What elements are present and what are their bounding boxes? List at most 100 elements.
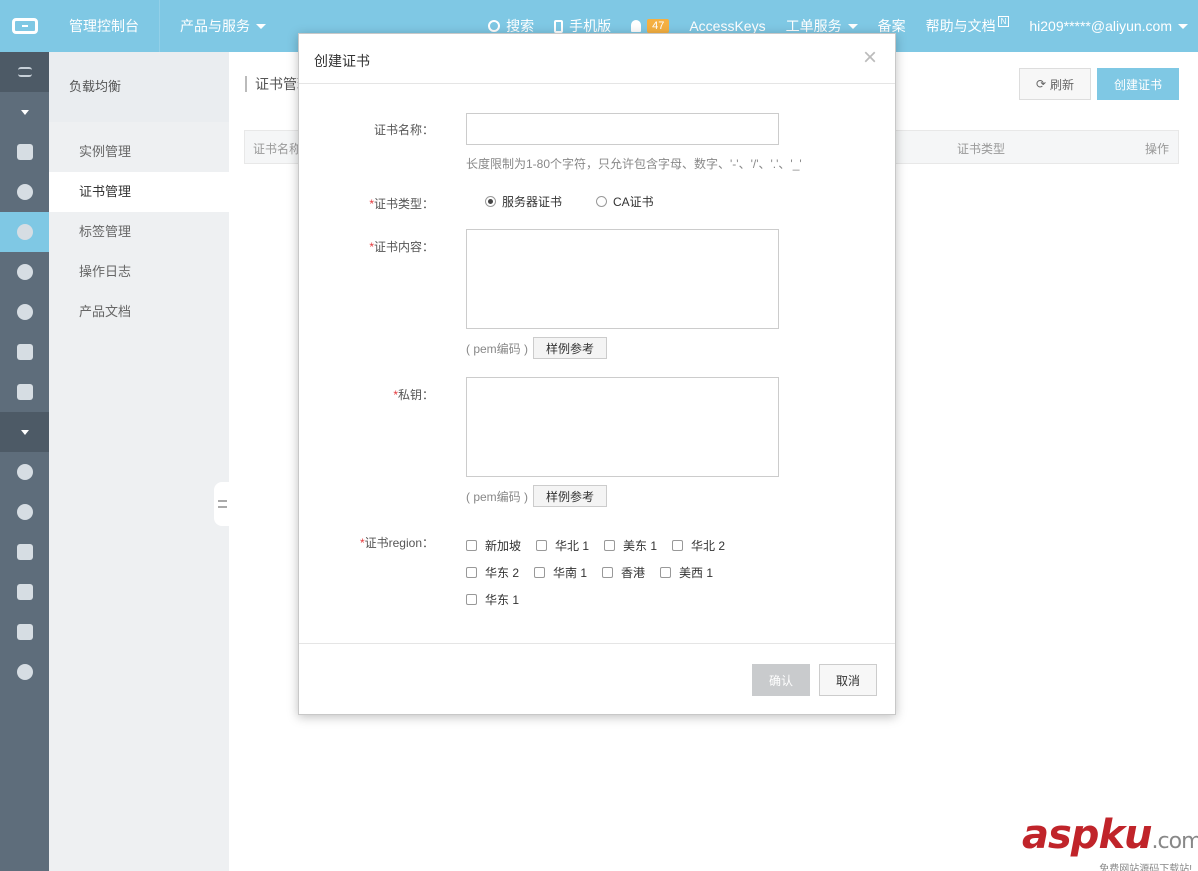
region-checkbox[interactable]: 华北 2: [672, 537, 725, 554]
sidebar-item-certificates[interactable]: 证书管理: [49, 172, 229, 212]
sidebar-item-instances[interactable]: 实例管理: [49, 132, 229, 172]
refresh-button[interactable]: ⟳ 刷新: [1019, 68, 1091, 100]
server-icon: [16, 144, 33, 160]
checkbox-icon: [602, 567, 614, 578]
cert-region-label-text: 证书region：: [364, 536, 434, 550]
cert-type-radio-group: 服务器证书 CA证书: [485, 193, 688, 210]
phone-icon: [554, 19, 564, 33]
notification-count-badge: 47: [647, 19, 670, 33]
confirm-button[interactable]: 确认: [752, 664, 810, 696]
cert-sample-button[interactable]: 样例参考: [533, 337, 608, 359]
chevron-down-icon: [1178, 23, 1188, 29]
radio-ca-cert[interactable]: CA证书: [596, 193, 654, 210]
sidebar-toggle[interactable]: [0, 52, 49, 92]
shield-chart-icon: [16, 384, 33, 400]
region-checkbox[interactable]: 华东 1: [466, 591, 519, 608]
cert-content-pem-row: ( pem编码 ) 样例参考: [466, 337, 608, 359]
region-checkbox[interactable]: 美东 1: [604, 537, 657, 554]
cert-type-label: *证书类型：: [299, 195, 434, 212]
chevron-down-icon: [20, 109, 29, 115]
sidebar-item-account[interactable]: [0, 452, 49, 492]
sidebar-item-logs[interactable]: 操作日志: [49, 252, 229, 292]
sidebar-item-monitor[interactable]: [0, 372, 49, 412]
cert-name-label: 证书名称：: [373, 123, 434, 137]
flask-icon: [16, 544, 33, 560]
region-label: 香港: [621, 566, 646, 580]
region-label: 华北 1: [555, 539, 590, 553]
dialog-footer: 确认 取消: [299, 643, 895, 715]
private-key-textarea[interactable]: [466, 377, 779, 477]
sidebar-group-collapse[interactable]: [0, 92, 49, 132]
product-icon-sidebar: [0, 52, 49, 871]
region-checkbox[interactable]: 华东 2: [466, 564, 519, 581]
sidebar-item-orders[interactable]: [0, 532, 49, 572]
sidebar-group-collapse-2[interactable]: [0, 412, 49, 452]
region-label: 美东 1: [623, 539, 658, 553]
cert-name-hint: 长度限制为1-80个字符，只允许包含字母、数字、'-'、'/'、'.'、'_': [466, 157, 802, 171]
refresh-icon: ⟳: [1035, 77, 1047, 91]
sidebar-item-docs[interactable]: 产品文档: [49, 292, 229, 332]
sidebar-title: 负载均衡: [49, 52, 229, 122]
key-sample-button[interactable]: 样例参考: [533, 485, 608, 507]
aliyun-logo[interactable]: [0, 0, 49, 52]
checkbox-icon: [466, 567, 477, 578]
sidebar-item-beian[interactable]: [0, 652, 49, 692]
dns-icon: [16, 304, 33, 320]
region-checkbox[interactable]: 华北 1: [536, 537, 589, 554]
chevron-down-icon: [20, 429, 29, 435]
region-checkbox[interactable]: 美西 1: [660, 564, 713, 581]
checkbox-icon: [536, 540, 548, 551]
bell-icon: [631, 20, 642, 32]
region-label: 华东 2: [485, 566, 520, 580]
sidebar-item-ecs[interactable]: [0, 132, 49, 172]
sidebar-item-security[interactable]: [0, 332, 49, 372]
radio-server-cert[interactable]: 服务器证书: [485, 193, 562, 210]
create-certificate-button[interactable]: 创建证书: [1097, 68, 1179, 100]
aliyun-logo-icon: [11, 18, 38, 34]
load-balancer-icon: [16, 224, 33, 240]
sidebar-item-slb[interactable]: [0, 212, 49, 252]
sidebar-item-dns[interactable]: [0, 292, 49, 332]
radio-unchecked-icon: [596, 196, 608, 207]
private-key-label: *私钥：: [299, 386, 434, 403]
sidebar-item-tickets[interactable]: [0, 612, 49, 652]
yen-icon: [16, 504, 33, 520]
sidebar-item-messages[interactable]: [0, 572, 49, 612]
slb-sidebar: 负载均衡 实例管理 证书管理 标签管理 操作日志 产品文档: [49, 52, 229, 871]
collapse-icon: [217, 500, 227, 508]
cancel-button[interactable]: 取消: [819, 664, 877, 696]
region-checkbox[interactable]: 香港: [602, 564, 645, 581]
column-cert-name: 证书名称: [253, 142, 302, 156]
console-link[interactable]: 管理控制台: [49, 0, 160, 52]
watermark-brand-a: asp: [1022, 812, 1099, 858]
products-menu[interactable]: 产品与服务: [160, 0, 286, 52]
chevron-down-icon: [256, 23, 266, 29]
sidebar-item-tags[interactable]: 标签管理: [49, 212, 229, 252]
close-icon[interactable]: ×: [863, 46, 877, 70]
cert-content-textarea[interactable]: [466, 229, 779, 329]
cert-name-input[interactable]: [466, 113, 779, 145]
menu-icon: [17, 67, 32, 77]
beian-icon: [16, 664, 33, 680]
chevron-down-icon: [847, 23, 858, 29]
sidebar-item-cdn[interactable]: [0, 252, 49, 292]
checkbox-icon: [672, 540, 684, 551]
watermark-brand-b: ku: [1098, 812, 1152, 858]
dialog-title: 创建证书: [314, 53, 370, 69]
search-icon: [488, 20, 501, 32]
create-certificate-dialog: 创建证书 × 证书名称： 长度限制为1-80个字符，只允许包含字母、数字、'-'…: [298, 33, 896, 715]
help-link[interactable]: 帮助与文档 N: [916, 0, 1020, 52]
radio-checked-icon: [485, 196, 496, 207]
sidebar-collapse-handle[interactable]: [214, 482, 230, 526]
private-key-label-text: 私钥：: [397, 388, 434, 402]
region-label: 华南 1: [553, 566, 588, 580]
region-label: 华北 2: [691, 539, 726, 553]
account-menu[interactable]: hi209*****@aliyun.com: [1019, 0, 1198, 52]
radio-server-cert-label: 服务器证书: [502, 195, 563, 209]
region-checkbox-group: 新加坡 华北 1 美东 1 华北 2 华东 2 华南 1 香港 美西 1 华东 …: [466, 532, 766, 613]
region-checkbox[interactable]: 华南 1: [534, 564, 587, 581]
sidebar-item-billing[interactable]: [0, 492, 49, 532]
pem-note: ( pem编码 ): [466, 489, 529, 504]
region-checkbox[interactable]: 新加坡: [466, 537, 521, 554]
sidebar-item-rds[interactable]: [0, 172, 49, 212]
